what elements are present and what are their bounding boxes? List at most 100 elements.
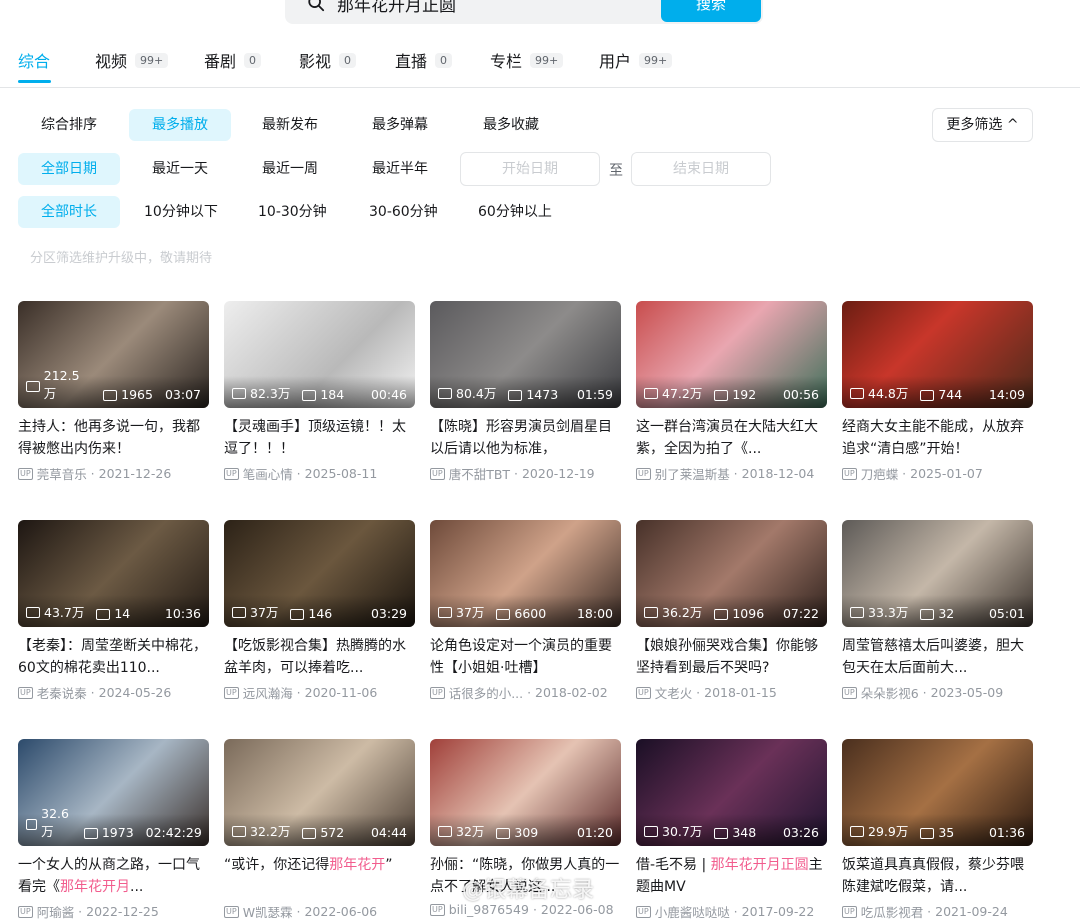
video-meta: UP 远风瀚海 · 2020-11-06 bbox=[224, 683, 415, 702]
more-filter-button[interactable]: 更多筛选 ^ bbox=[932, 108, 1033, 142]
video-thumbnail[interactable]: 37万 6600 18:00 bbox=[430, 520, 621, 627]
video-duration: 01:59 bbox=[576, 387, 613, 402]
duration-30-60[interactable]: 30-60分钟 bbox=[346, 196, 461, 228]
thumbnail-stats: 32万 309 01:20 bbox=[430, 814, 621, 846]
video-title[interactable]: 【陈晓】形容男演员剑眉星目以后请以他为标准， bbox=[430, 416, 621, 460]
tab-live[interactable]: 直播 0 bbox=[395, 48, 453, 72]
danmaku-icon bbox=[103, 390, 118, 401]
duration-under-10[interactable]: 10分钟以下 bbox=[121, 196, 241, 228]
sort-newest[interactable]: 最新发布 bbox=[239, 109, 341, 141]
video-card[interactable]: 82.3万 184 00:46 【灵魂画手】顶级运镜！！太逗了！！！ UP 笔画心情 · … bbox=[224, 301, 415, 483]
video-title[interactable]: 经商大女主能不能成，从放弃追求“清白感”开始！ bbox=[842, 416, 1033, 460]
video-card[interactable]: 47.2万 192 00:56 这一群台湾演员在大陆大红大紫，全因为拍了《... UP 别… bbox=[636, 301, 827, 483]
video-title[interactable]: 【娘娘孙俪哭戏合集】你能够坚持看到最后不哭吗? bbox=[636, 635, 827, 679]
video-author[interactable]: 吃瓜影视君 bbox=[861, 902, 924, 921]
video-title[interactable]: 【灵魂画手】顶级运镜！！太逗了！！！ bbox=[224, 416, 415, 460]
video-thumbnail[interactable]: 37万 146 03:29 bbox=[224, 520, 415, 627]
video-author[interactable]: 阿瑜酱 bbox=[37, 902, 75, 921]
danmaku-count: 348 bbox=[732, 825, 757, 840]
video-author[interactable]: 老秦说秦 bbox=[37, 683, 87, 702]
tab-column[interactable]: 专栏 99+ bbox=[490, 48, 564, 72]
video-thumbnail[interactable]: 43.7万 14 10:36 bbox=[18, 520, 209, 627]
video-card[interactable]: 33.3万 32 05:01 周莹管慈禧太后叫婆婆，胆大包天在太后面前大... UP 朵朵… bbox=[842, 520, 1033, 702]
video-card[interactable]: 37万 146 03:29 【吃饭影视合集】热腾腾的水盆羊肉，可以捧着吃... UP 远风… bbox=[224, 520, 415, 702]
sort-most-favorited[interactable]: 最多收藏 bbox=[460, 109, 562, 141]
video-duration: 14:09 bbox=[988, 387, 1025, 402]
danmaku-icon bbox=[83, 828, 98, 839]
duration-all[interactable]: 全部时长 bbox=[18, 196, 120, 228]
play-count: 47.2万 bbox=[662, 386, 703, 401]
video-author[interactable]: 别了莱温斯基 bbox=[655, 464, 730, 483]
video-author[interactable]: 笔画心情 bbox=[243, 464, 293, 483]
date-half-year[interactable]: 最近半年 bbox=[349, 153, 451, 185]
video-thumbnail[interactable]: 29.9万 35 01:36 bbox=[842, 739, 1033, 846]
video-card[interactable]: 43.7万 14 10:36 【老秦】：周莹垄断关中棉花，60文的棉花卖出110...… bbox=[18, 520, 209, 702]
date-day[interactable]: 最近一天 bbox=[129, 153, 231, 185]
tab-film[interactable]: 影视 0 bbox=[299, 48, 357, 72]
sort-default[interactable]: 综合排序 bbox=[18, 109, 120, 141]
video-card[interactable]: 212.5万 1965 03:07 主持人：他再多说一句，我都得被憋出内伤来！ UP 莞草… bbox=[18, 301, 209, 483]
video-author[interactable]: bili_9876549 bbox=[449, 902, 529, 917]
date-all[interactable]: 全部日期 bbox=[18, 153, 120, 185]
sort-most-danmaku[interactable]: 最多弹幕 bbox=[349, 109, 451, 141]
video-title[interactable]: 【吃饭影视合集】热腾腾的水盆羊肉，可以捧着吃... bbox=[224, 635, 415, 679]
tab-bangumi[interactable]: 番剧 0 bbox=[204, 48, 262, 72]
video-thumbnail[interactable]: 32.2万 572 04:44 bbox=[224, 739, 415, 846]
video-author[interactable]: 话很多的小... bbox=[449, 683, 523, 702]
danmaku-count: 572 bbox=[320, 825, 345, 840]
video-thumbnail[interactable]: 82.3万 184 00:46 bbox=[224, 301, 415, 408]
end-date-input[interactable]: 结束日期 bbox=[631, 152, 771, 186]
video-card[interactable]: 30.7万 348 03:26 借-毛不易 | 那年花开月正圆主题曲MV UP 小鹿酱哒哒… bbox=[636, 739, 827, 921]
video-title[interactable]: 借-毛不易 | 那年花开月正圆主题曲MV bbox=[636, 854, 827, 898]
video-title[interactable]: 周莹管慈禧太后叫婆婆，胆大包天在太后面前大... bbox=[842, 635, 1033, 679]
video-author[interactable]: 小鹿酱哒哒哒 bbox=[655, 902, 730, 921]
search-input[interactable] bbox=[337, 0, 637, 13]
video-author[interactable]: 文老火 bbox=[655, 683, 693, 702]
video-author[interactable]: 刀疤蝶 bbox=[861, 464, 899, 483]
video-card[interactable]: 29.9万 35 01:36 饭菜道具真真假假，蔡少芬喂陈建斌吃假菜，请... UP 吃瓜… bbox=[842, 739, 1033, 921]
danmaku-icon bbox=[496, 828, 511, 839]
video-thumbnail[interactable]: 212.5万 1965 03:07 bbox=[18, 301, 209, 408]
video-title[interactable]: 这一群台湾演员在大陆大红大紫，全因为拍了《... bbox=[636, 416, 827, 460]
video-thumbnail[interactable]: 44.8万 744 14:09 bbox=[842, 301, 1033, 408]
video-card[interactable]: 80.4万 1473 01:59 【陈晓】形容男演员剑眉星目以后请以他为标准， UP 唐不… bbox=[430, 301, 621, 483]
video-author[interactable]: 莞草音乐 bbox=[37, 464, 87, 483]
video-author[interactable]: W凯瑟霖 bbox=[243, 902, 293, 921]
video-author[interactable]: 朵朵影视6 bbox=[861, 683, 919, 702]
start-date-input[interactable]: 开始日期 bbox=[460, 152, 600, 186]
tab-user[interactable]: 用户 99+ bbox=[599, 48, 673, 72]
video-thumbnail[interactable]: 80.4万 1473 01:59 bbox=[430, 301, 621, 408]
tab-video[interactable]: 视频 99+ bbox=[95, 48, 169, 72]
video-title[interactable]: “或许，你还记得那年花开” bbox=[224, 854, 415, 898]
sort-most-played[interactable]: 最多播放 bbox=[129, 109, 231, 141]
video-thumbnail[interactable]: 36.2万 1096 07:22 bbox=[636, 520, 827, 627]
tab-all[interactable]: 综合 bbox=[18, 48, 50, 72]
video-card[interactable]: 37万 6600 18:00 论角色设定对一个演员的重要性【小姐姐·吐槽】 UP 话很多的… bbox=[430, 520, 621, 702]
thumbnail-stats: 36.2万 1096 07:22 bbox=[636, 595, 827, 627]
video-title[interactable]: 主持人：他再多说一句，我都得被憋出内伤来！ bbox=[18, 416, 209, 460]
play-count: 37万 bbox=[456, 605, 485, 620]
video-card[interactable]: 32.6万 1973 02:42:29 一个女人的从商之路，一口气看完《那年花开月..… bbox=[18, 739, 209, 921]
up-icon: UP bbox=[636, 905, 651, 918]
danmaku-icon bbox=[508, 390, 523, 401]
up-icon: UP bbox=[636, 686, 651, 699]
video-thumbnail[interactable]: 32.6万 1973 02:42:29 bbox=[18, 739, 209, 846]
video-card[interactable]: 44.8万 744 14:09 经商大女主能不能成，从放弃追求“清白感”开始！ UP 刀疤… bbox=[842, 301, 1033, 483]
date-week[interactable]: 最近一周 bbox=[239, 153, 341, 185]
search-button[interactable]: 搜索 bbox=[661, 0, 761, 22]
video-author[interactable]: 唐不甜TBT bbox=[449, 464, 510, 483]
tab-label: 视频 bbox=[95, 52, 128, 71]
video-title[interactable]: 饭菜道具真真假假，蔡少芬喂陈建斌吃假菜，请... bbox=[842, 854, 1033, 898]
video-thumbnail[interactable]: 33.3万 32 05:01 bbox=[842, 520, 1033, 627]
video-author[interactable]: 远风瀚海 bbox=[243, 683, 293, 702]
video-card[interactable]: 36.2万 1096 07:22 【娘娘孙俪哭戏合集】你能够坚持看到最后不哭吗? UP 文… bbox=[636, 520, 827, 702]
video-title[interactable]: 【老秦】：周莹垄断关中棉花，60文的棉花卖出110... bbox=[18, 635, 209, 679]
video-title[interactable]: 一个女人的从商之路，一口气看完《那年花开月... bbox=[18, 854, 209, 898]
video-card[interactable]: 32.2万 572 04:44 “或许，你还记得那年花开” UP W凯瑟霖 · 2022-… bbox=[224, 739, 415, 921]
duration-over-60[interactable]: 60分钟以上 bbox=[455, 196, 575, 228]
video-thumbnail[interactable]: 30.7万 348 03:26 bbox=[636, 739, 827, 846]
video-thumbnail[interactable]: 47.2万 192 00:56 bbox=[636, 301, 827, 408]
video-thumbnail[interactable]: 32万 309 01:20 bbox=[430, 739, 621, 846]
duration-10-30[interactable]: 10-30分钟 bbox=[235, 196, 350, 228]
video-title[interactable]: 论角色设定对一个演员的重要性【小姐姐·吐槽】 bbox=[430, 635, 621, 679]
